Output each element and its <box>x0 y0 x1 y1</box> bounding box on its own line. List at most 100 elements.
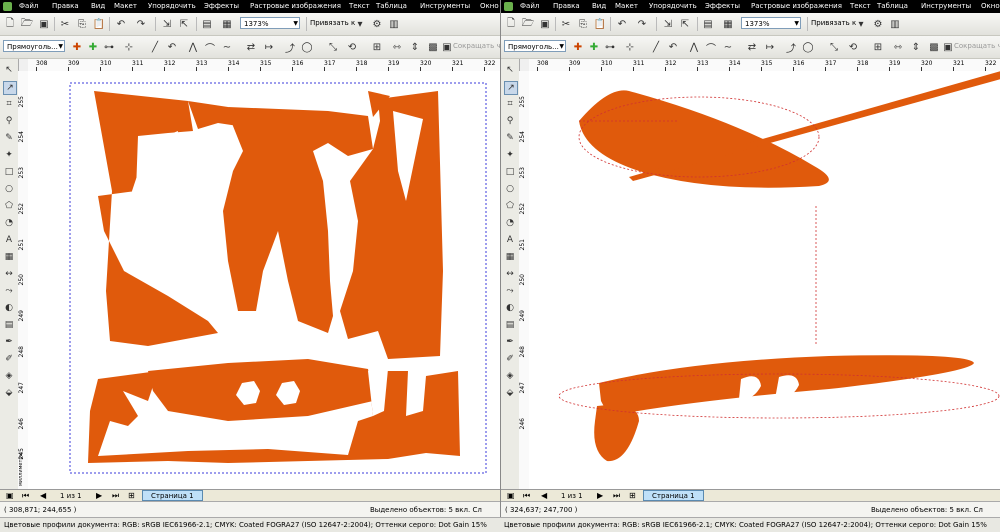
smart-fill-tool-icon[interactable]: ✦ <box>3 149 15 161</box>
snap-to-dropdown[interactable]: Привязать к <box>811 19 856 27</box>
dimension-tool-icon[interactable]: ↔ <box>504 268 516 280</box>
menu-file[interactable]: Файл <box>19 2 38 10</box>
fill-tool-icon[interactable]: ◈ <box>504 370 516 382</box>
copy-icon[interactable]: ⎘ <box>576 17 590 31</box>
tab-page-1[interactable]: Страница 1 <box>142 490 203 501</box>
menu-table[interactable]: Таблица <box>376 2 407 10</box>
new-document-icon[interactable]: 🗋 <box>504 17 518 31</box>
reverse-direction-icon[interactable]: ⇄ <box>244 40 258 54</box>
options-icon[interactable]: ⚙ <box>370 17 384 31</box>
eyedropper-tool-icon[interactable]: ✒ <box>504 336 516 348</box>
menu-view[interactable]: Вид <box>91 2 105 10</box>
break-curve-icon[interactable]: ⊹ <box>623 40 637 54</box>
pick-tool-icon[interactable]: ↖ <box>504 64 516 76</box>
symmetric-node-icon[interactable]: ∼ <box>220 40 234 54</box>
table-tool-icon[interactable]: ▦ <box>504 251 516 263</box>
prev-page-icon[interactable]: ◀ <box>40 491 46 500</box>
undo-icon[interactable]: ↶ <box>615 17 629 31</box>
menu-edit[interactable]: Правка <box>553 2 580 10</box>
undo-icon[interactable]: ↶ <box>114 17 128 31</box>
text-tool-icon[interactable]: A <box>3 234 15 246</box>
extract-subpath-icon[interactable]: ⤴ <box>283 40 297 55</box>
select-all-nodes-icon[interactable]: ▣ <box>941 40 955 54</box>
options-icon[interactable]: ⚙ <box>871 17 885 31</box>
delete-node-icon[interactable]: ✚ <box>587 40 601 54</box>
color-profile-text-left[interactable]: Цветовые профили документа: RGB: sRGB IE… <box>4 521 487 529</box>
join-nodes-icon[interactable]: ⊶ <box>603 40 617 54</box>
import-icon[interactable]: ⇲ <box>661 17 675 31</box>
outline-tool-icon[interactable]: ✐ <box>504 353 516 365</box>
new-document-icon[interactable]: 🗋 <box>3 17 17 31</box>
connector-tool-icon[interactable]: ⤳ <box>504 285 516 297</box>
rectangle-tool-icon[interactable]: □ <box>504 166 516 178</box>
chevron-down-icon[interactable]: ▾ <box>854 17 868 31</box>
menu-layout[interactable]: Макет <box>114 2 137 10</box>
cusp-node-icon[interactable]: ⋀ <box>186 40 200 54</box>
smooth-node-icon[interactable]: ⌒ <box>704 40 718 55</box>
select-all-nodes-icon[interactable]: ▣ <box>440 40 454 54</box>
cusp-node-icon[interactable]: ⋀ <box>687 40 701 54</box>
polygon-tool-icon[interactable]: ⬠ <box>3 200 15 212</box>
prev-page-icon[interactable]: ◀ <box>541 491 547 500</box>
menu-effects[interactable]: Эффекты <box>204 2 239 10</box>
menu-arrange[interactable]: Упорядочить <box>148 2 196 10</box>
shape-type-combo[interactable]: Прямоуголь... ▼ <box>3 40 65 52</box>
cut-icon[interactable]: ✂ <box>58 17 72 31</box>
add-node-icon[interactable]: ✚ <box>70 40 84 54</box>
copy-icon[interactable]: ⎘ <box>75 17 89 31</box>
interactive-fill-tool-icon[interactable]: ⬙ <box>3 387 15 399</box>
first-page-icon[interactable]: ⏮ <box>523 491 530 501</box>
elastic-mode-icon[interactable]: ▩ <box>426 40 440 54</box>
paste-icon[interactable]: 📋 <box>92 17 106 31</box>
symmetric-node-icon[interactable]: ∼ <box>721 40 735 54</box>
rotate-nodes-icon[interactable]: ⟲ <box>846 40 860 54</box>
next-page-icon[interactable]: ▶ <box>597 491 603 500</box>
menu-table[interactable]: Таблица <box>877 2 908 10</box>
fill-tool-icon[interactable]: ◈ <box>3 370 15 382</box>
redo-icon[interactable]: ↷ <box>134 17 148 31</box>
pick-tool-icon[interactable]: ↖ <box>3 64 15 76</box>
crop-tool-icon[interactable]: ⌗ <box>3 98 15 110</box>
grid-icon[interactable]: ▥ <box>888 17 902 31</box>
break-curve-icon[interactable]: ⊹ <box>122 40 136 54</box>
menu-text[interactable]: Текст <box>349 2 370 10</box>
stretch-nodes-icon[interactable]: ⤡ <box>326 40 340 54</box>
shape-tool-icon[interactable]: ↗ <box>504 81 518 95</box>
menu-text[interactable]: Текст <box>850 2 871 10</box>
reduce-nodes-label[interactable]: Сокращать чк <box>453 42 500 50</box>
grid-icon[interactable]: ▥ <box>387 17 401 31</box>
extract-subpath-icon[interactable]: ⤴ <box>784 40 798 55</box>
next-page-icon[interactable]: ▶ <box>96 491 102 500</box>
zoom-tool-icon[interactable]: ⚲ <box>504 115 516 127</box>
menu-tools[interactable]: Инструменты <box>420 2 470 10</box>
add-page-icon[interactable]: ⊞ <box>629 491 636 500</box>
save-icon[interactable]: ▣ <box>37 17 51 31</box>
crop-tool-icon[interactable]: ⌗ <box>504 98 516 110</box>
polygon-tool-icon[interactable]: ⬠ <box>504 200 516 212</box>
to-curve-icon[interactable]: ↶ <box>165 40 179 54</box>
to-curve-icon[interactable]: ↶ <box>666 40 680 54</box>
page-options-icon[interactable]: ▣ <box>6 491 14 500</box>
close-curve-icon[interactable]: ◯ <box>300 40 314 54</box>
menu-layout[interactable]: Макет <box>615 2 638 10</box>
zoom-level-combo[interactable]: 1373% ▼ <box>741 17 801 29</box>
connector-tool-icon[interactable]: ⤳ <box>3 285 15 297</box>
freehand-tool-icon[interactable]: ✎ <box>3 132 15 144</box>
export-icon[interactable]: ⇱ <box>678 17 692 31</box>
open-icon[interactable]: 🗁 <box>521 17 535 31</box>
menu-window[interactable]: Окно <box>480 2 499 10</box>
first-page-icon[interactable]: ⏮ <box>22 491 29 501</box>
logo-artwork[interactable] <box>28 71 500 489</box>
last-page-icon[interactable]: ⏭ <box>613 491 620 501</box>
extend-curve-icon[interactable]: ↦ <box>262 40 276 54</box>
dimension-tool-icon[interactable]: ↔ <box>3 268 15 280</box>
align-nodes-icon[interactable]: ⊞ <box>370 40 384 54</box>
application-launcher-icon[interactable]: ▤ <box>701 17 715 31</box>
page-options-icon[interactable]: ▣ <box>507 491 515 500</box>
menu-tools[interactable]: Инструменты <box>921 2 971 10</box>
menu-window[interactable]: Окно <box>981 2 1000 10</box>
to-line-icon[interactable]: ╱ <box>649 40 663 54</box>
to-line-icon[interactable]: ╱ <box>148 40 162 54</box>
mirror-horizontal-icon[interactable]: ⇿ <box>390 40 404 54</box>
menu-effects[interactable]: Эффекты <box>705 2 740 10</box>
